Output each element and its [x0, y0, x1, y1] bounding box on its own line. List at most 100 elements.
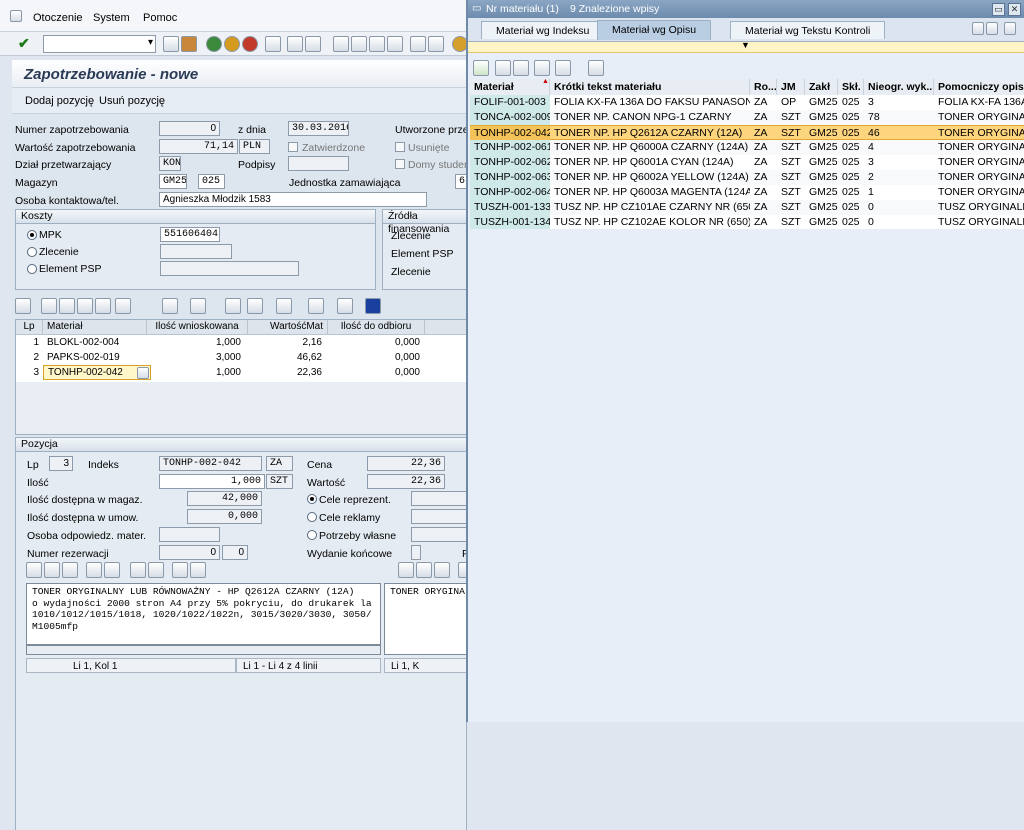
cena-field[interactable]: 22,36 — [367, 456, 445, 471]
zatwierdzone-checkbox[interactable] — [288, 142, 298, 152]
cele-repr-radio[interactable] — [307, 494, 317, 504]
subtotal-icon[interactable] — [190, 298, 206, 314]
row-material[interactable]: PAPKS-002-019 — [43, 351, 147, 366]
description-textarea[interactable]: TONER ORYGINALNY LUB RÓWNOWAŻNY - HP Q26… — [26, 583, 381, 645]
export-icon[interactable] — [276, 298, 292, 314]
potrzeby-field[interactable] — [411, 527, 467, 542]
restriction-bar[interactable]: ▼ — [468, 40, 1024, 53]
tab-opis[interactable]: Materiał wg Opisu — [597, 20, 712, 40]
tab-indeks[interactable]: Materiał wg Indeksu — [481, 21, 605, 39]
zlecenie-radio[interactable] — [27, 247, 37, 257]
domy-checkbox[interactable] — [395, 159, 405, 169]
zlecenie-field[interactable] — [160, 244, 232, 259]
cele-rekl-radio[interactable] — [307, 512, 317, 522]
horizontal-scrollbar[interactable] — [26, 645, 381, 655]
dost-umow-field[interactable]: 0,000 — [187, 509, 262, 524]
confirm-icon[interactable] — [473, 60, 489, 76]
cut-icon[interactable] — [26, 562, 42, 578]
print-icon[interactable] — [265, 36, 281, 52]
ilosc-unit-field[interactable]: SZT — [266, 474, 293, 489]
wartosc-field[interactable]: 71,14 — [159, 139, 238, 154]
list-item[interactable]: TONHP-002-042 TONER NP. HP Q2612A CZARNY … — [470, 125, 1024, 141]
col-jm[interactable]: JM — [777, 79, 805, 95]
col-odbior[interactable]: Ilość do odbioru — [328, 320, 425, 335]
copy-icon[interactable] — [44, 562, 60, 578]
col-material[interactable]: Materiał — [43, 320, 147, 335]
paste-icon-2[interactable] — [434, 562, 450, 578]
paste-icon[interactable] — [62, 562, 78, 578]
undo-icon[interactable] — [86, 562, 102, 578]
cele-repr-field[interactable] — [411, 491, 467, 506]
remove-item-button[interactable]: Usuń pozycję — [99, 95, 165, 107]
col-material[interactable]: Materiał — [470, 79, 550, 95]
find-text-icon[interactable] — [130, 562, 146, 578]
next-page-icon[interactable] — [369, 36, 385, 52]
dost-mag-field[interactable]: 42,000 — [187, 491, 262, 506]
potrzeby-radio[interactable] — [307, 530, 317, 540]
usuniete-checkbox[interactable] — [395, 142, 405, 152]
save-icon[interactable] — [181, 36, 197, 52]
cancel-icon[interactable] — [242, 36, 258, 52]
exit-icon[interactable] — [224, 36, 240, 52]
sort-desc-icon[interactable] — [59, 298, 75, 314]
waluta-field[interactable]: PLN — [239, 139, 270, 154]
zdnia-field[interactable]: 30.03.2016 — [288, 121, 349, 136]
details-icon[interactable] — [15, 298, 31, 314]
find-next-text-icon[interactable] — [148, 562, 164, 578]
list-item[interactable]: FOLIF-001-003 FOLIA KX-FA 136A DO FAKSU P… — [470, 95, 1024, 110]
sort-popup-icon[interactable] — [513, 60, 529, 76]
row-material-active[interactable]: TONHP-002-042 — [43, 365, 151, 380]
poz-lp-field[interactable]: 3 — [49, 456, 73, 471]
filter-icon[interactable] — [115, 298, 131, 314]
find-icon[interactable] — [287, 36, 303, 52]
copy-icon-2[interactable] — [416, 562, 432, 578]
command-field[interactable] — [43, 35, 156, 53]
find-grid-icon[interactable] — [77, 298, 93, 314]
menu-icon[interactable] — [10, 10, 22, 22]
magazyn-skl-field[interactable]: 025 — [198, 174, 225, 189]
row-ilosc[interactable]: 1,000 — [147, 366, 245, 381]
cele-rekl-field[interactable] — [411, 509, 467, 524]
col-zakl[interactable]: Zakł — [805, 79, 838, 95]
psp-radio[interactable] — [27, 264, 37, 274]
row-material[interactable]: BLOKL-002-004 — [43, 336, 147, 351]
list-item[interactable]: TONHP-002-064 TONER NP. HP Q6003A MAGENTA… — [470, 185, 1024, 200]
print-grid-icon[interactable] — [225, 298, 241, 314]
menu-otoczenie[interactable]: Otoczenie — [33, 12, 83, 24]
print-popup-icon[interactable] — [555, 60, 571, 76]
views-icon[interactable] — [247, 298, 263, 314]
col-lp[interactable]: Lp — [16, 320, 43, 335]
pin-icon[interactable] — [588, 60, 604, 76]
row-ilosc[interactable]: 1,000 — [147, 336, 245, 351]
sum-icon[interactable] — [162, 298, 178, 314]
layout-icon[interactable] — [308, 298, 324, 314]
last-page-icon[interactable] — [387, 36, 403, 52]
col-ro[interactable]: Ro... — [750, 79, 777, 95]
graphic-icon[interactable] — [337, 298, 353, 314]
first-page-icon[interactable] — [333, 36, 349, 52]
list-item[interactable]: TONHP-002-063 TONER NP. HP Q6002A YELLOW … — [470, 170, 1024, 185]
indeks-field[interactable]: TONHP-002-042 — [159, 456, 262, 471]
info-icon[interactable] — [365, 298, 381, 314]
osoba-field[interactable]: Agnieszka Młodzik 1583 — [159, 192, 427, 207]
list-item[interactable]: TONHP-002-062 TONER NP. HP Q6001A CYAN (1… — [470, 155, 1024, 170]
minimize-icon[interactable]: ▭ — [992, 3, 1005, 16]
enter-icon[interactable]: ✔ — [18, 35, 30, 52]
list-item[interactable]: TONHP-002-061 TONER NP. HP Q6000A CZARNY … — [470, 140, 1024, 155]
back-icon[interactable] — [206, 36, 222, 52]
indeks-unit-field[interactable]: ZA — [266, 456, 293, 471]
tab-list-icon[interactable] — [1004, 22, 1016, 35]
shortcut-icon[interactable] — [428, 36, 444, 52]
redo-icon[interactable] — [104, 562, 120, 578]
col-wartosc[interactable]: WartośćMat — [248, 320, 328, 335]
menu-pomoc[interactable]: Pomoc — [143, 12, 177, 24]
col-nieogr[interactable]: Nieogr. wyk... — [864, 79, 934, 95]
poz-wartosc-field[interactable]: 22,36 — [367, 474, 445, 489]
load-text-icon[interactable] — [172, 562, 188, 578]
sort-asc-icon[interactable] — [41, 298, 57, 314]
rezerwacja-field[interactable]: 0 — [159, 545, 220, 560]
tab-tekst-kontroli[interactable]: Materiał wg Tekstu Kontroli — [730, 21, 886, 39]
find-next-icon[interactable] — [305, 36, 321, 52]
find-next-grid-icon[interactable] — [95, 298, 111, 314]
add-item-button[interactable]: Dodaj pozycję — [25, 95, 94, 107]
